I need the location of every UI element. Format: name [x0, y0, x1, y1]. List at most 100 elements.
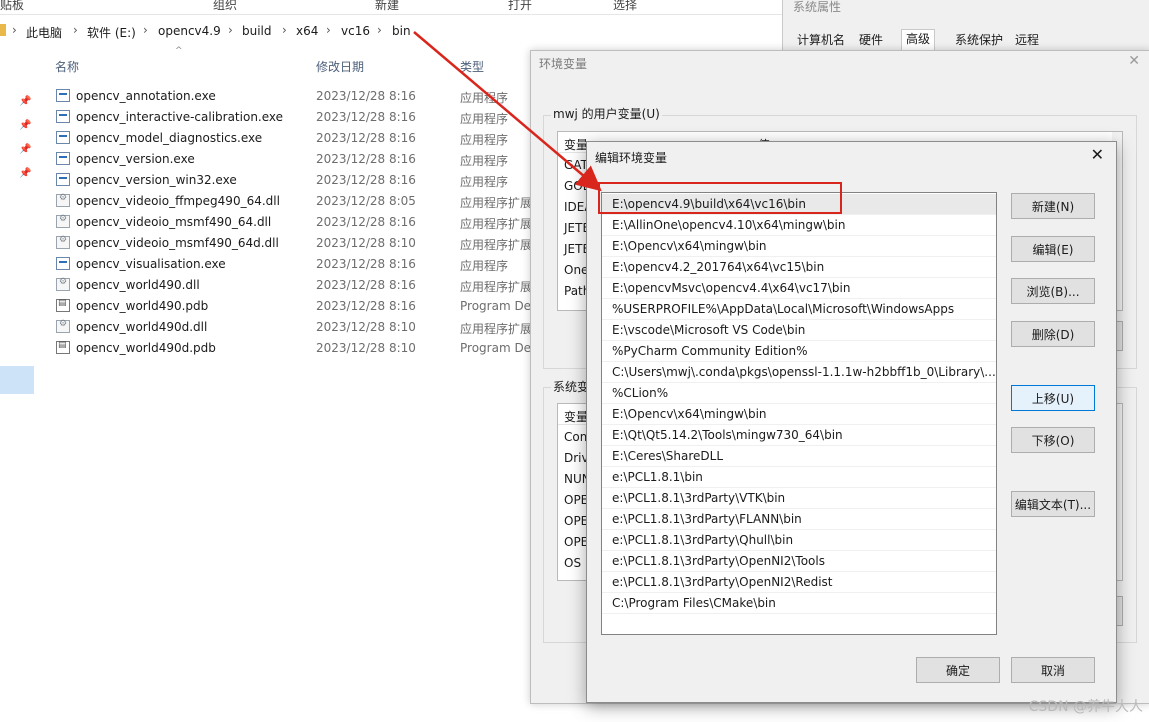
path-entry[interactable]: %USERPROFILE%\AppData\Local\Microsoft\Wi… — [602, 299, 996, 320]
file-row[interactable]: opencv_videoio_msmf490_64.dll 2023/12/28 … — [50, 212, 530, 232]
file-row[interactable]: opencv_version.exe 2023/12/28 8:16 应用程序 — [50, 149, 530, 169]
path-entry[interactable]: E:\vscode\Microsoft VS Code\bin — [602, 320, 996, 341]
file-row[interactable]: opencv_world490d.pdb 2023/12/28 8:10 Progr… — [50, 338, 530, 358]
watermark: CSDN @养牛大人 — [1028, 699, 1143, 715]
breadcrumb-drive[interactable]: 软件 (E:) — [87, 24, 136, 41]
path-entry[interactable]: e:\PCL1.8.1\3rdParty\FLANN\bin — [602, 509, 996, 530]
dialog-title: 环境变量 — [539, 57, 588, 71]
column-header-date[interactable]: 修改日期 — [316, 58, 364, 75]
navigation-pane: 📌 📌 📌 📌 — [0, 46, 36, 722]
chevron-right-icon: › — [326, 23, 331, 37]
file-row[interactable]: opencv_world490.pdb 2023/12/28 8:16 Progra… — [50, 296, 530, 316]
path-entry[interactable]: E:\Qt\Qt5.14.2\Tools\mingw730_64\bin — [602, 425, 996, 446]
path-entry[interactable]: e:\PCL1.8.1\3rdParty\Qhull\bin — [602, 530, 996, 551]
file-row[interactable]: opencv_videoio_ffmpeg490_64.dll 2023/12/2… — [50, 191, 530, 211]
file-type: 应用程序 — [460, 91, 509, 105]
delete-button[interactable]: 删除(D) — [1011, 321, 1095, 347]
pin-icon[interactable]: 📌 — [19, 96, 31, 107]
ok-button[interactable]: 确定 — [916, 657, 1000, 683]
path-entry[interactable]: E:\opencv4.2_201764\x64\vc15\bin — [602, 257, 996, 278]
file-row[interactable]: opencv_world490.dll 2023/12/28 8:16 应用程序扩展 — [50, 275, 530, 295]
breadcrumb-opencv[interactable]: opencv4.9 — [158, 24, 221, 38]
file-name: opencv_version_win32.exe — [76, 173, 237, 187]
file-row[interactable]: opencv_annotation.exe 2023/12/28 8:16 应用程序 — [50, 86, 530, 106]
breadcrumb-vc16[interactable]: vc16 — [341, 24, 370, 38]
path-entry[interactable]: C:\Program Files\CMake\bin — [602, 593, 996, 614]
path-entry[interactable]: e:\PCL1.8.1\3rdParty\OpenNI2\Redist — [602, 572, 996, 593]
breadcrumb-build[interactable]: build — [242, 24, 272, 38]
file-row[interactable]: opencv_visualisation.exe 2023/12/28 8:16 应… — [50, 254, 530, 274]
breadcrumb-this-pc[interactable]: 此电脑 — [26, 24, 62, 41]
path-entry[interactable]: C:\Users\mwj\.conda\pkgs\openssl-1.1.1w-… — [602, 362, 996, 383]
dll-file-icon — [56, 193, 70, 207]
dll-file-icon — [56, 277, 70, 291]
file-row[interactable]: opencv_interactive-calibration.exe 2023/1… — [50, 107, 530, 127]
column-header-variable[interactable]: 变量 — [564, 408, 588, 425]
new-button[interactable]: 新建(N) — [1011, 193, 1095, 219]
list-item[interactable]: OS — [564, 556, 581, 570]
path-entries-list[interactable]: E:\opencv4.9\build\x64\vc16\bin E:\AllinO… — [601, 192, 997, 635]
address-bar[interactable]: › 此电脑 › 软件 (E:) › opencv4.9 › build › x6… — [0, 18, 790, 46]
ribbon-organize[interactable]: 组织 — [213, 0, 237, 13]
tab-hardware[interactable]: 硬件 — [855, 31, 887, 49]
ribbon-clipboard[interactable]: 贴板 — [0, 0, 24, 13]
ribbon-open[interactable]: 打开 — [508, 0, 532, 13]
edit-text-button[interactable]: 编辑文本(T)... — [1011, 491, 1095, 517]
column-header-variable[interactable]: 变量 — [564, 136, 588, 153]
list-item[interactable]: OPE — [564, 535, 588, 549]
list-item[interactable]: Driv — [564, 451, 589, 465]
ribbon-select[interactable]: 选择 — [613, 0, 637, 13]
tab-remote[interactable]: 远程 — [1011, 31, 1043, 49]
ribbon-new[interactable]: 新建 — [375, 0, 399, 13]
path-entry[interactable]: E:\opencvMsvc\opencv4.4\x64\vc17\bin — [602, 278, 996, 299]
path-entry[interactable]: E:\Opencv\x64\mingw\bin — [602, 404, 996, 425]
path-entry[interactable]: E:\Ceres\ShareDLL — [602, 446, 996, 467]
path-entry[interactable]: e:\PCL1.8.1\bin — [602, 467, 996, 488]
file-row[interactable]: opencv_videoio_msmf490_64d.dll 2023/12/28… — [50, 233, 530, 253]
browse-button[interactable]: 浏览(B)... — [1011, 278, 1095, 304]
path-entry[interactable]: e:\PCL1.8.1\3rdParty\OpenNI2\Tools — [602, 551, 996, 572]
file-row[interactable]: opencv_version_win32.exe 2023/12/28 8:16 应… — [50, 170, 530, 190]
file-date: 2023/12/28 8:10 — [316, 341, 416, 355]
pin-icon[interactable]: 📌 — [19, 120, 31, 131]
path-text: %PyCharm Community Edition% — [612, 344, 808, 358]
file-name: opencv_version.exe — [76, 152, 195, 166]
column-header-type[interactable]: 类型 — [460, 58, 484, 75]
nav-selected-item[interactable] — [0, 366, 34, 394]
exe-file-icon — [56, 89, 70, 102]
path-entry[interactable]: e:\PCL1.8.1\3rdParty\VTK\bin — [602, 488, 996, 509]
move-up-button[interactable]: 上移(U) — [1011, 385, 1095, 411]
list-item[interactable]: OPE — [564, 493, 588, 507]
move-down-button[interactable]: 下移(O) — [1011, 427, 1095, 453]
edit-button[interactable]: 编辑(E) — [1011, 236, 1095, 262]
tab-advanced[interactable]: 高级 — [901, 29, 936, 50]
path-text: E:\Opencv\x64\mingw\bin — [612, 239, 767, 253]
column-header-name[interactable]: 名称 — [55, 58, 79, 75]
list-item[interactable]: One — [564, 263, 588, 277]
tab-system-protection[interactable]: 系统保护 — [951, 31, 1007, 49]
file-type: 应用程序 — [460, 112, 509, 126]
file-row[interactable]: opencv_world490d.dll 2023/12/28 8:10 应用程序扩… — [50, 317, 530, 337]
pin-icon[interactable]: 📌 — [19, 168, 31, 179]
path-entry[interactable]: E:\AllinOne\opencv4.10\x64\mingw\bin — [602, 215, 996, 236]
file-row[interactable]: opencv_model_diagnostics.exe 2023/12/28 8… — [50, 128, 530, 148]
tab-computer-name[interactable]: 计算机名 — [793, 31, 849, 49]
pdb-file-icon — [56, 340, 70, 354]
path-text: C:\Program Files\CMake\bin — [612, 596, 776, 610]
pin-icon[interactable]: 📌 — [19, 144, 31, 155]
path-entry[interactable]: E:\Opencv\x64\mingw\bin — [602, 236, 996, 257]
file-date: 2023/12/28 8:16 — [316, 173, 416, 187]
close-icon[interactable]: ✕ — [1128, 53, 1140, 69]
file-date: 2023/12/28 8:16 — [316, 299, 416, 313]
file-date: 2023/12/28 8:05 — [316, 194, 416, 208]
file-date: 2023/12/28 8:16 — [316, 257, 416, 271]
path-entry[interactable]: %PyCharm Community Edition% — [602, 341, 996, 362]
breadcrumb-x64[interactable]: x64 — [296, 24, 318, 38]
close-icon[interactable]: ✕ — [1091, 145, 1104, 164]
path-text: C:\Users\mwj\.conda\pkgs\openssl-1.1.1w-… — [612, 365, 996, 379]
list-item[interactable]: GAT — [564, 158, 588, 172]
path-entry[interactable]: %CLion% — [602, 383, 996, 404]
list-item[interactable]: OPE — [564, 514, 588, 528]
cancel-button[interactable]: 取消 — [1011, 657, 1095, 683]
breadcrumb-bin[interactable]: bin — [392, 24, 411, 38]
